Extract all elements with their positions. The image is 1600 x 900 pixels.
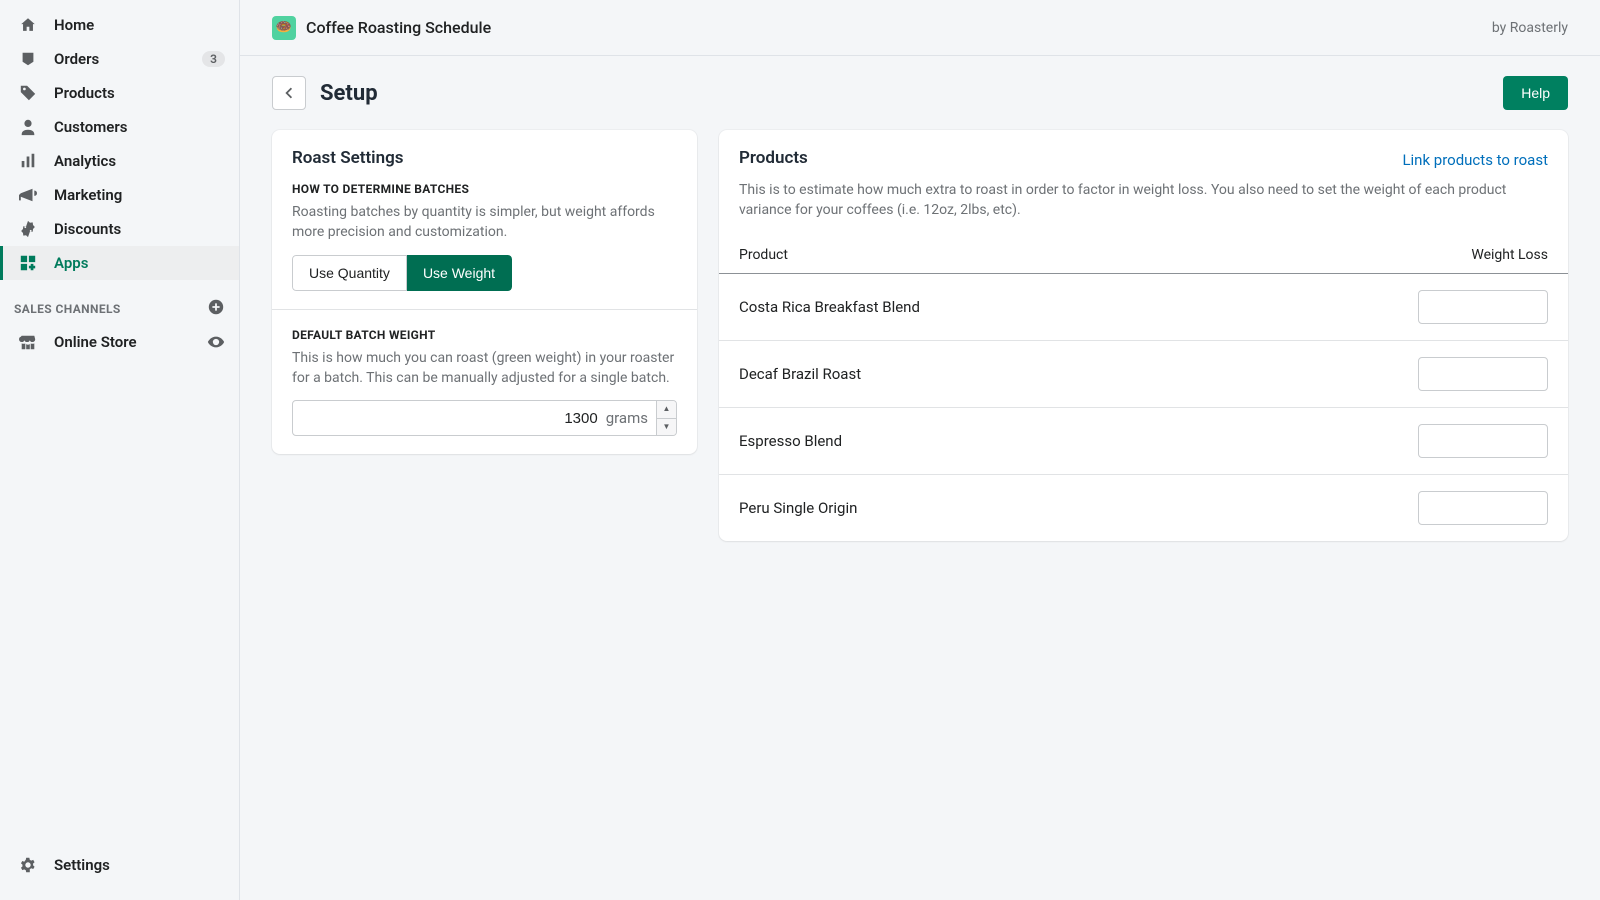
col-weight-loss-header: Weight Loss <box>1471 247 1548 263</box>
app-icon: 🍩 <box>272 16 296 40</box>
default-weight-subhead: DEFAULT BATCH WEIGHT <box>292 328 677 342</box>
nav-online-store[interactable]: Online Store <box>0 325 239 359</box>
topbar: 🍩 Coffee Roasting Schedule by Roasterly <box>240 0 1600 56</box>
batches-subhead: HOW TO DETERMINE BATCHES <box>292 182 677 196</box>
product-row: Espresso Blend % ▲ ▼ <box>719 408 1568 475</box>
sales-channels-label: SALES CHANNELS <box>14 302 121 316</box>
default-batch-weight-stepper: ▲ ▼ <box>656 401 676 435</box>
products-intro: This is to estimate how much extra to ro… <box>739 180 1548 221</box>
nav-label: Settings <box>54 856 110 874</box>
gear-icon <box>18 855 38 875</box>
batch-mode-segmented: Use Quantity Use Weight <box>292 255 512 291</box>
bar-chart-icon <box>18 151 38 171</box>
batches-help-text: Roasting batches by quantity is simpler,… <box>292 202 677 243</box>
product-name: Espresso Blend <box>739 432 842 450</box>
products-table-header: Product Weight Loss <box>719 237 1568 274</box>
step-up-button[interactable]: ▲ <box>657 401 676 419</box>
orders-badge: 3 <box>202 51 225 67</box>
nav-products[interactable]: Products <box>0 76 239 110</box>
nav-label: Home <box>54 16 94 34</box>
arrow-left-icon <box>280 84 298 102</box>
products-card: Products Link products to roast This is … <box>719 130 1568 541</box>
weight-loss-input[interactable] <box>1419 358 1548 390</box>
roast-settings-title: Roast Settings <box>292 148 677 168</box>
page-body: Setup Help Roast Settings HOW TO DETERMI… <box>240 56 1600 900</box>
nav-marketing[interactable]: Marketing <box>0 178 239 212</box>
page-title: Setup <box>320 81 378 106</box>
sales-channels-list: Online Store <box>0 325 239 359</box>
app-title: Coffee Roasting Schedule <box>306 18 491 37</box>
tag-icon <box>18 83 38 103</box>
product-name: Peru Single Origin <box>739 499 857 517</box>
product-row: Costa Rica Breakfast Blend % ▲ ▼ <box>719 274 1568 341</box>
apps-grid-icon <box>18 253 38 273</box>
weight-loss-field: % ▲ ▼ <box>1418 357 1548 391</box>
megaphone-icon <box>18 185 38 205</box>
nav-analytics[interactable]: Analytics <box>0 144 239 178</box>
nav-orders[interactable]: Orders 3 <box>0 42 239 76</box>
nav-label: Analytics <box>54 152 116 170</box>
nav-label: Online Store <box>54 333 137 351</box>
store-icon <box>18 332 38 352</box>
weight-loss-field: % ▲ ▼ <box>1418 491 1548 525</box>
nav-discounts[interactable]: Discounts <box>0 212 239 246</box>
discount-badge-icon <box>18 219 38 239</box>
nav-apps[interactable]: Apps <box>0 246 239 280</box>
weight-loss-input[interactable] <box>1419 492 1548 524</box>
primary-nav: Home Orders 3 Products Customers A <box>0 8 239 280</box>
default-batch-weight-unit: grams <box>606 401 656 435</box>
app-author: by Roasterly <box>1492 20 1568 36</box>
weight-loss-field: % ▲ ▼ <box>1418 290 1548 324</box>
page-header: Setup Help <box>272 76 1568 110</box>
app-icon-glyph: 🍩 <box>276 20 292 35</box>
main-area: 🍩 Coffee Roasting Schedule by Roasterly … <box>240 0 1600 900</box>
inbox-download-icon <box>18 49 38 69</box>
product-name: Decaf Brazil Roast <box>739 365 861 383</box>
nav-label: Apps <box>54 254 88 272</box>
nav-label: Customers <box>54 118 127 136</box>
person-icon <box>18 117 38 137</box>
products-title: Products <box>739 148 808 168</box>
back-button[interactable] <box>272 76 306 110</box>
weight-loss-input[interactable] <box>1419 291 1548 323</box>
nav-label: Marketing <box>54 186 122 204</box>
step-down-button[interactable]: ▼ <box>657 419 676 436</box>
nav-label: Orders <box>54 50 99 68</box>
use-weight-button[interactable]: Use Weight <box>407 255 512 291</box>
default-batch-weight-field: grams ▲ ▼ <box>292 400 677 436</box>
default-weight-help: This is how much you can roast (green we… <box>292 348 677 389</box>
add-sales-channel-button[interactable] <box>207 298 225 319</box>
use-quantity-button[interactable]: Use Quantity <box>292 255 407 291</box>
nav-customers[interactable]: Customers <box>0 110 239 144</box>
nav-label: Discounts <box>54 220 121 238</box>
weight-loss-input[interactable] <box>1419 425 1548 457</box>
sidebar: Home Orders 3 Products Customers A <box>0 0 240 900</box>
product-name: Costa Rica Breakfast Blend <box>739 298 920 316</box>
link-products-link[interactable]: Link products to roast <box>1402 151 1548 169</box>
product-row: Decaf Brazil Roast % ▲ ▼ <box>719 341 1568 408</box>
weight-loss-field: % ▲ ▼ <box>1418 424 1548 458</box>
nav-label: Products <box>54 84 115 102</box>
help-button[interactable]: Help <box>1503 76 1568 110</box>
default-batch-weight-input[interactable] <box>293 401 606 435</box>
product-row: Peru Single Origin % ▲ ▼ <box>719 475 1568 541</box>
view-store-icon[interactable] <box>207 333 225 351</box>
nav-home[interactable]: Home <box>0 8 239 42</box>
home-icon <box>18 15 38 35</box>
nav-settings[interactable]: Settings <box>18 848 225 882</box>
sales-channels-header: SALES CHANNELS <box>0 280 239 325</box>
roast-settings-card: Roast Settings HOW TO DETERMINE BATCHES … <box>272 130 697 454</box>
col-product-header: Product <box>739 247 788 263</box>
